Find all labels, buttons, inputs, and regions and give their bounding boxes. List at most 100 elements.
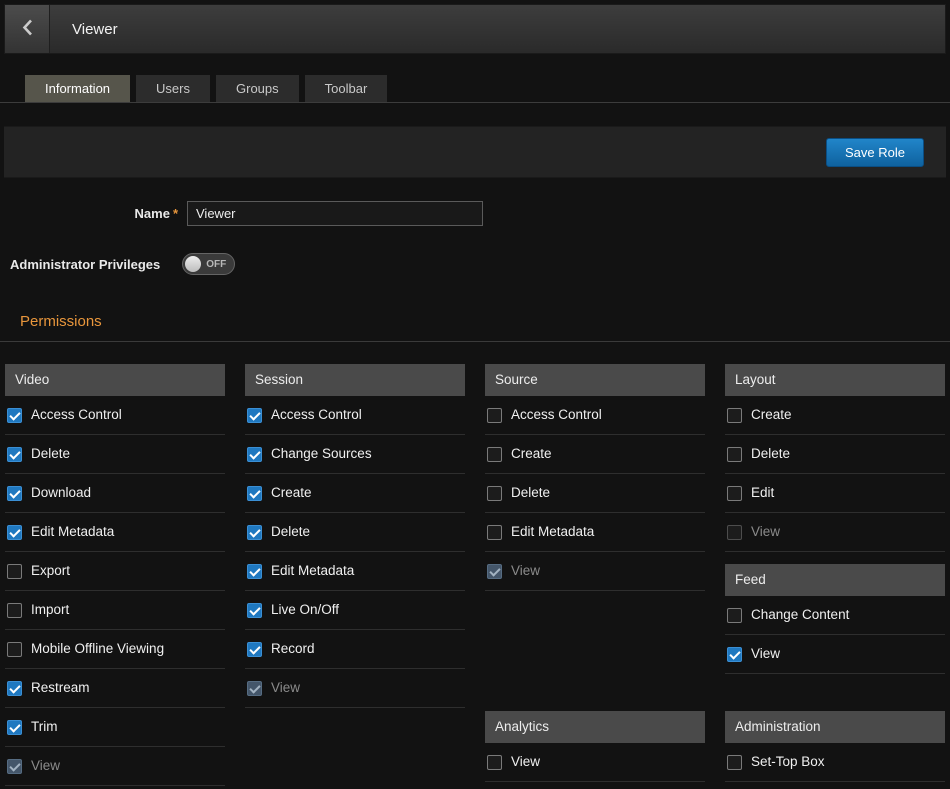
- top-header-bar: Viewer: [4, 4, 946, 54]
- analytics-view-checkbox[interactable]: [487, 755, 502, 770]
- source-view-checkbox: [487, 564, 502, 579]
- video-access-control-checkbox[interactable]: [7, 408, 22, 423]
- permission-row-source-view: View: [485, 552, 705, 591]
- permission-label: Edit Metadata: [31, 524, 114, 540]
- session-edit-metadata-checkbox[interactable]: [247, 564, 262, 579]
- permission-row-session-view: View: [245, 669, 465, 708]
- action-toolbar: Save Role: [4, 126, 946, 178]
- source-access-control-checkbox[interactable]: [487, 408, 502, 423]
- video-delete-checkbox[interactable]: [7, 447, 22, 462]
- permission-row-feed-change-content: Change Content: [725, 596, 945, 635]
- layout-delete-checkbox[interactable]: [727, 447, 742, 462]
- permission-group-header-feed: Feed: [725, 564, 945, 596]
- tab-users[interactable]: Users: [136, 75, 210, 102]
- permission-row-source-create: Create: [485, 435, 705, 474]
- layout-view-checkbox: [727, 525, 742, 540]
- permission-row-video-import: Import: [5, 591, 225, 630]
- permission-group-header-session: Session: [245, 364, 465, 396]
- permission-label: Download: [31, 485, 91, 501]
- permissions-column: SessionAccess ControlChange SourcesCreat…: [245, 364, 465, 786]
- permission-label: Access Control: [511, 407, 602, 423]
- name-label: Name*: [0, 206, 178, 221]
- tab-toolbar[interactable]: Toolbar: [305, 75, 388, 102]
- permission-label: View: [271, 680, 300, 696]
- layout-edit-checkbox[interactable]: [727, 486, 742, 501]
- permission-label: Mobile Offline Viewing: [31, 641, 164, 657]
- source-delete-checkbox[interactable]: [487, 486, 502, 501]
- tab-information[interactable]: Information: [25, 75, 130, 102]
- permissions-heading: Permissions: [20, 313, 950, 330]
- session-live-on-off-checkbox[interactable]: [247, 603, 262, 618]
- permission-label: Create: [511, 446, 552, 462]
- permission-row-layout-edit: Edit: [725, 474, 945, 513]
- permission-row-session-create: Create: [245, 474, 465, 513]
- permissions-column: Video Access Control Delete Download Edit Me…: [5, 364, 225, 786]
- permission-group-administration: AdministrationSet-Top Box: [725, 711, 945, 782]
- permission-row-video-restream: Restream: [5, 669, 225, 708]
- permission-label: View: [31, 758, 60, 774]
- administration-set-top-box-checkbox[interactable]: [727, 755, 742, 770]
- feed-view-checkbox[interactable]: [727, 647, 742, 662]
- session-change-sources-checkbox[interactable]: [247, 447, 262, 462]
- permission-row-layout-view: View: [725, 513, 945, 552]
- permission-group-header-video: Video: [5, 364, 225, 396]
- source-create-checkbox[interactable]: [487, 447, 502, 462]
- permission-label: Restream: [31, 680, 90, 696]
- permission-label: Export: [31, 563, 70, 579]
- video-import-checkbox[interactable]: [7, 603, 22, 618]
- toggle-state-label: OFF: [206, 259, 226, 270]
- session-access-control-checkbox[interactable]: [247, 408, 262, 423]
- permission-label: Access Control: [31, 407, 122, 423]
- video-restream-checkbox[interactable]: [7, 681, 22, 696]
- permission-row-session-record: Record: [245, 630, 465, 669]
- permission-row-administration-set-top-box: Set-Top Box: [725, 743, 945, 782]
- permission-row-video-export: Export: [5, 552, 225, 591]
- permission-label: Live On/Off: [271, 602, 339, 618]
- back-button[interactable]: [5, 5, 50, 53]
- session-record-checkbox[interactable]: [247, 642, 262, 657]
- permission-label: Delete: [31, 446, 70, 462]
- permission-label: Change Sources: [271, 446, 372, 462]
- permission-group-header-analytics: Analytics: [485, 711, 705, 743]
- permission-label: Edit Metadata: [511, 524, 594, 540]
- permission-group-header-administration: Administration: [725, 711, 945, 743]
- permission-group-header-source: Source: [485, 364, 705, 396]
- video-mobile-offline-viewing-checkbox[interactable]: [7, 642, 22, 657]
- video-edit-metadata-checkbox[interactable]: [7, 525, 22, 540]
- permission-row-video-view: View: [5, 747, 225, 786]
- required-asterisk: *: [173, 206, 178, 221]
- chevron-left-icon: [22, 19, 33, 39]
- permission-row-video-delete: Delete: [5, 435, 225, 474]
- save-role-button[interactable]: Save Role: [826, 138, 924, 167]
- permission-label: View: [751, 524, 780, 540]
- video-trim-checkbox[interactable]: [7, 720, 22, 735]
- video-view-checkbox: [7, 759, 22, 774]
- feed-change-content-checkbox[interactable]: [727, 608, 742, 623]
- tab-groups[interactable]: Groups: [216, 75, 299, 102]
- session-view-checkbox: [247, 681, 262, 696]
- name-field-row: Name*: [0, 201, 950, 226]
- permission-row-video-edit-metadata: Edit Metadata: [5, 513, 225, 552]
- permission-row-feed-view: View: [725, 635, 945, 674]
- permission-label: Record: [271, 641, 315, 657]
- permissions-columns: Video Access Control Delete Download Edit Me…: [0, 342, 950, 786]
- video-download-checkbox[interactable]: [7, 486, 22, 501]
- video-export-checkbox[interactable]: [7, 564, 22, 579]
- permission-group-session: SessionAccess ControlChange SourcesCreat…: [245, 364, 465, 708]
- session-delete-checkbox[interactable]: [247, 525, 262, 540]
- permission-row-source-access-control: Access Control: [485, 396, 705, 435]
- layout-create-checkbox[interactable]: [727, 408, 742, 423]
- name-input[interactable]: [187, 201, 483, 226]
- permissions-column: SourceAccess ControlCreateDeleteEdit Met…: [485, 364, 705, 786]
- admin-privileges-toggle[interactable]: OFF: [182, 253, 235, 275]
- session-create-checkbox[interactable]: [247, 486, 262, 501]
- permission-label: Delete: [271, 524, 310, 540]
- permission-label: Edit: [751, 485, 774, 501]
- page-title: Viewer: [72, 21, 118, 38]
- source-edit-metadata-checkbox[interactable]: [487, 525, 502, 540]
- permission-row-source-edit-metadata: Edit Metadata: [485, 513, 705, 552]
- permission-row-session-delete: Delete: [245, 513, 465, 552]
- permission-label: Import: [31, 602, 69, 618]
- permission-group-feed: FeedChange ContentView: [725, 564, 945, 674]
- admin-privileges-label: Administrator Privileges: [10, 257, 160, 272]
